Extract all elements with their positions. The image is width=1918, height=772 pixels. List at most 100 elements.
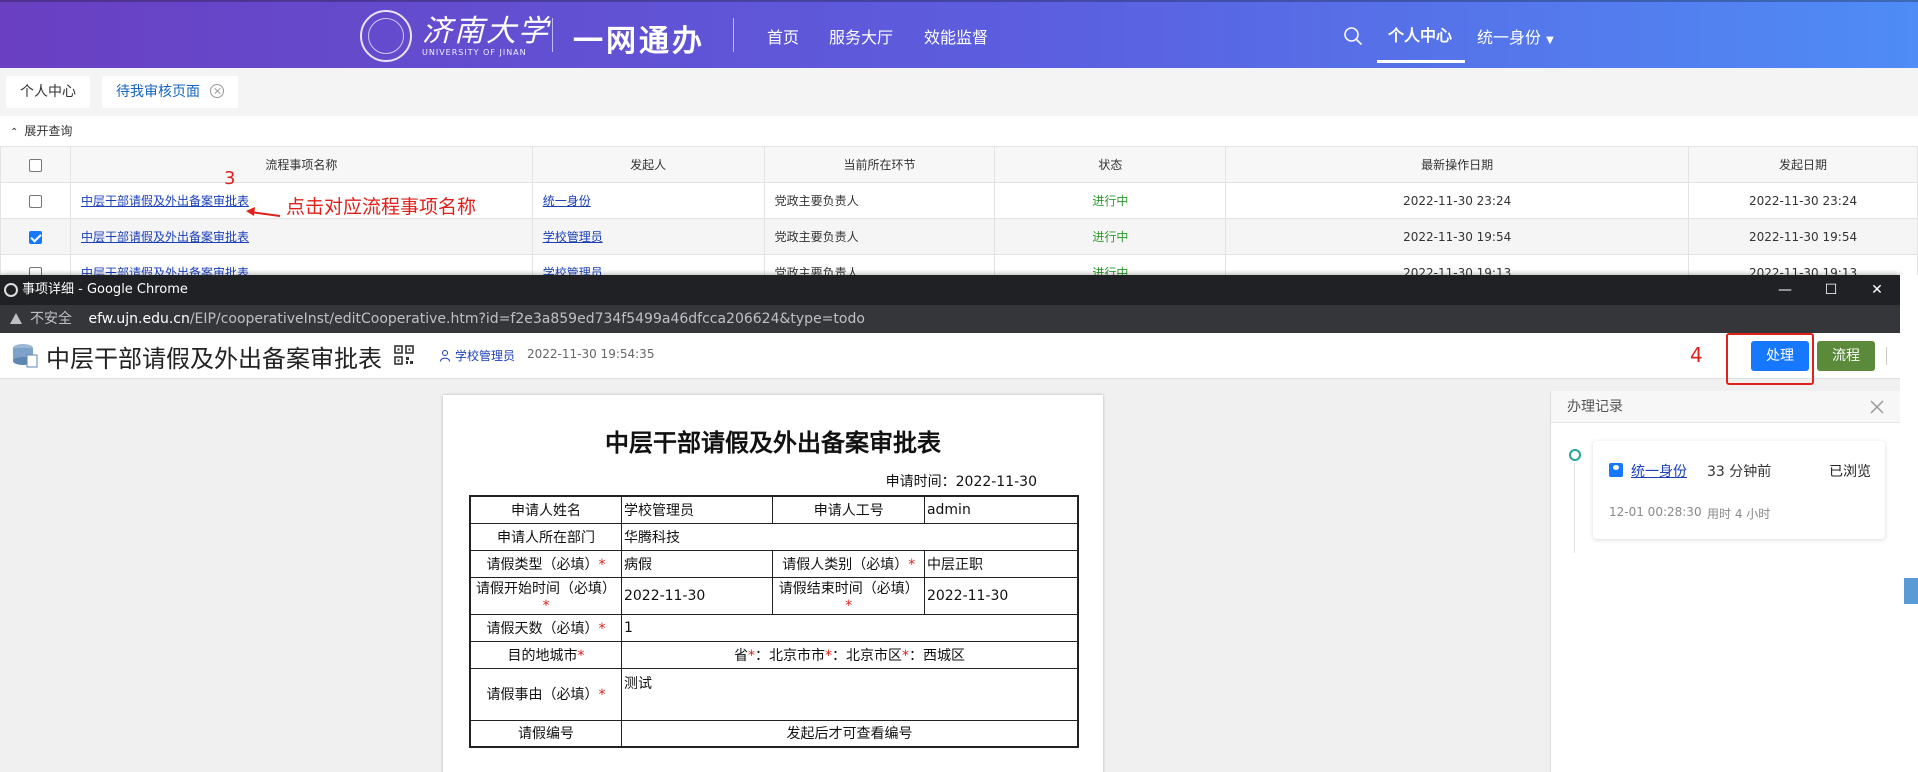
row-checkbox[interactable] xyxy=(28,230,42,244)
initiator-link[interactable]: 统一身份 xyxy=(543,194,591,208)
column-header[interactable]: 发起日期 xyxy=(1688,146,1918,183)
address-bar[interactable]: 不安全 efw.ujn.edu.cn/EIP/cooperativeInst/e… xyxy=(0,305,1900,333)
leave-category-field[interactable]: 中层正职 xyxy=(923,549,1079,578)
field-label: 申请人所在部门 xyxy=(469,522,622,551)
maximize-icon[interactable]: ☐ xyxy=(1808,275,1854,305)
close-icon[interactable] xyxy=(1870,400,1884,414)
chevron-up-icon: ⌃ xyxy=(10,127,19,138)
process-name-link[interactable]: 中层干部请假及外出备案审批表 xyxy=(81,230,249,244)
column-header[interactable]: 发起人 xyxy=(531,146,765,183)
destination-label: 目的地城市 xyxy=(507,647,578,664)
end-time-field[interactable]: 2022-11-30 xyxy=(923,576,1079,615)
colon: ： xyxy=(908,647,923,664)
qr-code-icon[interactable] xyxy=(394,345,414,365)
insecure-label: 不安全 xyxy=(30,311,72,327)
leave-days-label: 请假天数（必填） xyxy=(486,620,599,637)
process-name-link[interactable]: 中层干部请假及外出备案审批表 xyxy=(81,194,249,208)
required-mark: * xyxy=(598,687,606,703)
city-value[interactable]: 北京市区 xyxy=(846,648,902,664)
select-all-checkbox[interactable] xyxy=(28,158,42,172)
close-window-icon[interactable]: ✕ xyxy=(1854,275,1900,305)
flow-button[interactable]: 流程 xyxy=(1817,341,1875,371)
detail-browser-window: 事项详细 - Google Chrome — ☐ ✕ 不安全 efw.ujn.e… xyxy=(0,275,1900,772)
close-icon[interactable] xyxy=(210,84,224,98)
applicant-id-field[interactable]: admin xyxy=(923,495,1079,524)
select-all-cell[interactable] xyxy=(0,146,71,183)
nav-personal-center[interactable]: 个人中心 xyxy=(1388,22,1452,46)
latest-date-cell: 2022-11-30 23:24 xyxy=(1225,182,1690,219)
tab-label: 个人中心 xyxy=(20,84,76,100)
initiator-link[interactable]: 学校管理员 xyxy=(543,230,603,244)
form-document: 中层干部请假及外出备案审批表 申请时间：2022-11-30 申请人姓名 学校管… xyxy=(443,395,1103,772)
required-mark: * xyxy=(901,647,909,664)
leave-type-field[interactable]: 病假 xyxy=(620,549,774,578)
processing-record-panel: 办理记录 统一身份 33 分钟前 已浏览 12-01 00:28:30 用时 4… xyxy=(1550,391,1900,772)
field-label: 请假编号 xyxy=(469,719,622,748)
step-4-annotation: 4 xyxy=(1690,343,1703,367)
url-path: /EIP/cooperativeInst/editCooperative.htm… xyxy=(189,311,865,327)
required-mark: * xyxy=(908,556,916,573)
reason-label: 请假事由（必填） xyxy=(486,687,599,703)
status-cell: 进行中 xyxy=(994,218,1227,255)
department-field[interactable]: 华腾科技 xyxy=(620,522,1079,551)
field-label: 请假天数（必填）* xyxy=(469,613,622,642)
university-logo[interactable]: 济南大学 UNIVERSITY OF JINAN xyxy=(360,10,550,62)
colon: ： xyxy=(831,647,846,664)
field-label: 请假结束时间（必填）* xyxy=(772,576,925,615)
apply-time-label: 申请时间： xyxy=(885,474,956,490)
tab-pending-review[interactable]: 待我审核页面 xyxy=(102,76,238,108)
nav-home[interactable]: 首页 xyxy=(767,24,799,48)
field-label: 目的地城市* xyxy=(469,640,622,669)
field-label: 申请人工号 xyxy=(772,495,925,524)
nav-efficiency-supervision[interactable]: 效能监督 xyxy=(924,24,988,48)
start-time-field[interactable]: 2022-11-30 xyxy=(620,576,774,615)
column-header[interactable]: 当前所在环节 xyxy=(763,146,996,183)
nav-service-hall[interactable]: 服务大厅 xyxy=(829,24,893,48)
record-user-link[interactable]: 统一身份 xyxy=(1631,461,1687,481)
required-mark: * xyxy=(747,647,755,664)
chrome-icon xyxy=(4,283,18,297)
tab-personal-center[interactable]: 个人中心 xyxy=(6,76,90,108)
record-card: 统一身份 33 分钟前 已浏览 12-01 00:28:30 用时 4 小时 xyxy=(1593,441,1885,539)
column-header[interactable]: 流程事项名称 xyxy=(69,146,533,183)
leave-category-label: 请假人类别（必填） xyxy=(782,556,909,573)
reason-field[interactable]: 测试 xyxy=(620,667,1079,721)
field-label: 请假类型（必填）* xyxy=(469,549,622,578)
process-button[interactable]: 处理 xyxy=(1751,341,1809,371)
district-value[interactable]: 西城区 xyxy=(923,648,965,664)
minimize-icon[interactable]: — xyxy=(1762,275,1808,305)
database-form-icon xyxy=(13,344,38,368)
user-menu[interactable]: 统一身份 ▼ xyxy=(1477,24,1554,48)
required-mark: * xyxy=(542,597,550,614)
window-titlebar[interactable]: 事项详细 - Google Chrome — ☐ ✕ xyxy=(0,275,1900,305)
background-page-edge xyxy=(1900,275,1918,772)
required-mark: * xyxy=(845,597,853,614)
caret-down-icon: ▼ xyxy=(1546,35,1554,46)
logo-english-name: UNIVERSITY OF JINAN xyxy=(422,47,527,57)
warning-icon xyxy=(10,313,22,324)
window-title: 事项详细 - Google Chrome xyxy=(22,282,188,297)
province-value[interactable]: 北京市市 xyxy=(769,648,825,664)
divider xyxy=(1886,347,1887,365)
required-mark: * xyxy=(598,620,606,637)
applicant-name-field[interactable]: 学校管理员 xyxy=(620,495,774,524)
table-row[interactable]: 中层干部请假及外出备案审批表 学校管理员 党政主要负责人 进行中 2022-11… xyxy=(0,218,1918,255)
row-checkbox[interactable] xyxy=(28,194,42,208)
column-header[interactable]: 最新操作日期 xyxy=(1225,146,1690,183)
brand-title: 一网通办 xyxy=(573,24,705,59)
expand-query-toggle[interactable]: ⌃ 展开查询 xyxy=(0,116,1918,146)
field-label: 请假人类别（必填）* xyxy=(772,549,925,578)
destination-field[interactable]: 省*：北京市市*：北京市区*：西城区 xyxy=(620,640,1079,669)
record-duration: 用时 4 小时 xyxy=(1707,507,1771,521)
leave-days-field[interactable]: 1 xyxy=(620,613,1079,642)
timeline-dot xyxy=(1569,449,1581,461)
arrow-left-icon xyxy=(246,207,281,217)
search-icon[interactable] xyxy=(1343,26,1363,46)
initiator-name[interactable]: 学校管理员 xyxy=(455,347,515,364)
record-timestamp: 12-01 00:28:30 xyxy=(1609,505,1702,519)
divider xyxy=(733,18,734,52)
user-icon xyxy=(440,350,450,362)
page-header: 中层干部请假及外出备案审批表 学校管理员 2022-11-30 19:54:35… xyxy=(0,333,1900,385)
tab-label: 待我审核页面 xyxy=(116,84,200,100)
column-header[interactable]: 状态 xyxy=(994,146,1227,183)
